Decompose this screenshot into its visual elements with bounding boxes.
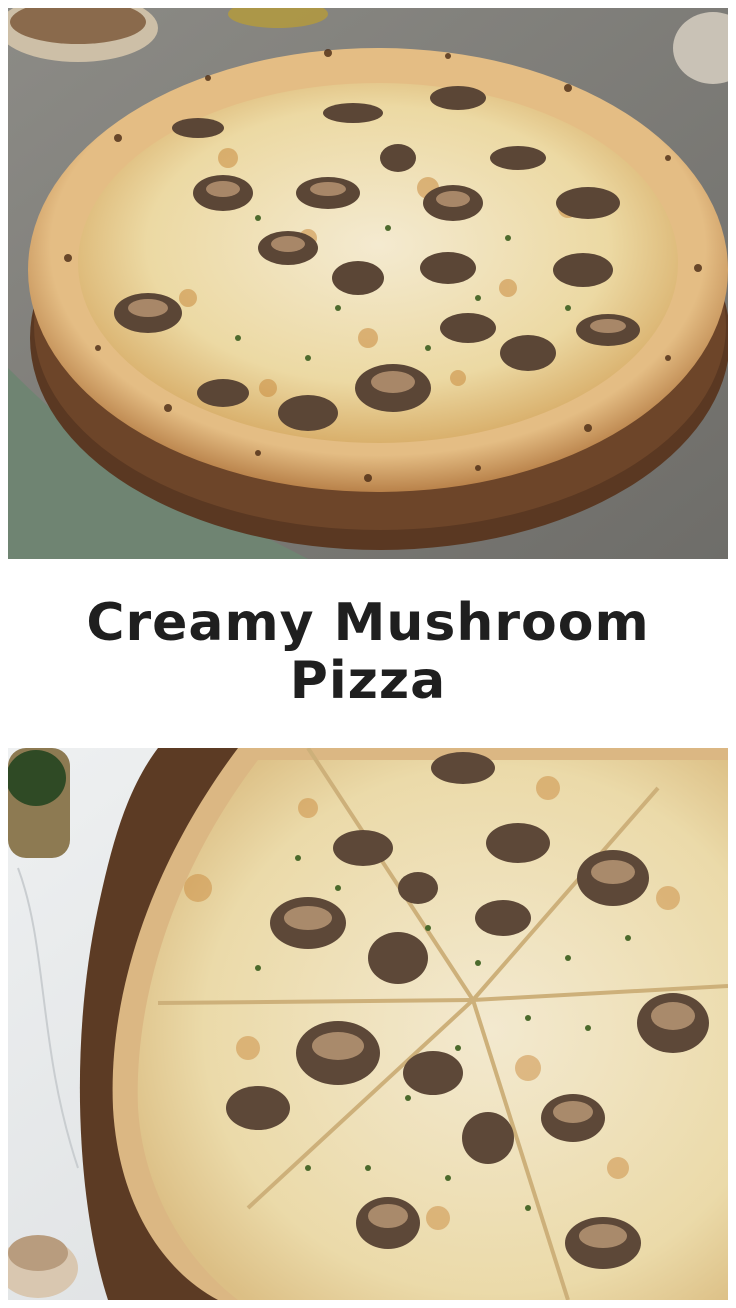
- pizza-photo-bottom: [8, 748, 728, 1300]
- title-line-1: Creamy Mushroom: [86, 593, 650, 653]
- recipe-title: Creamy Mushroom Pizza: [0, 594, 736, 710]
- pizza-photo-top: [8, 8, 728, 559]
- title-line-2: Pizza: [289, 651, 447, 711]
- sliced-pizza-image: [8, 748, 728, 1300]
- whole-pizza-image: [8, 8, 728, 559]
